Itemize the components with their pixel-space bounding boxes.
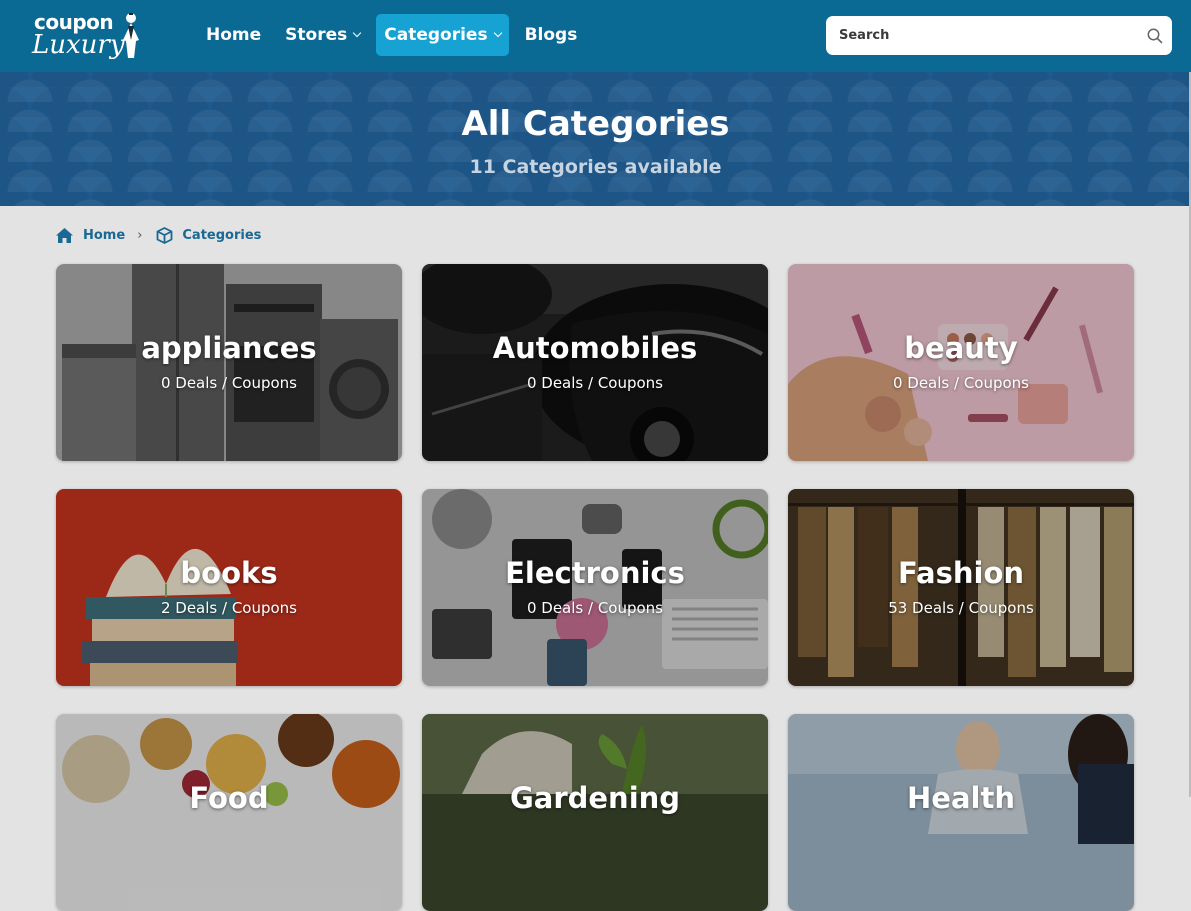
chevron-down-icon [353,28,362,38]
cube-icon [156,226,173,244]
category-count: 0 Deals / Coupons [160,374,298,392]
nav-home-label: Home [206,25,262,45]
category-title: Food [189,781,269,815]
search-box [826,16,1172,55]
category-card-health[interactable]: Health [788,714,1134,911]
breadcrumb-separator-icon: › [137,227,143,243]
category-count: 53 Deals / Coupons [888,599,1034,617]
page-subtitle: 11 Categories available [469,156,722,178]
logo-figure-icon [123,13,139,58]
category-count: 2 Deals / Coupons [160,599,298,617]
category-title: Gardening [509,781,681,815]
breadcrumb-current: Categories [156,226,262,244]
category-count: 0 Deals / Coupons [892,374,1030,392]
page-title: All Categories [461,104,730,144]
breadcrumb-home[interactable]: Home [55,227,125,244]
category-card-automobiles[interactable]: Automobiles 0 Deals / Coupons [422,264,768,461]
nav-categories-label: Categories [384,25,488,45]
category-card-appliances[interactable]: appliances 0 Deals / Coupons [56,264,402,461]
category-title: Health [907,781,1015,815]
category-title: books [180,556,278,590]
category-title: Fashion [897,556,1025,590]
category-title: beauty [904,331,1018,365]
category-count: 0 Deals / Coupons [526,374,664,392]
main-nav: Home Stores Categories Blogs [198,14,593,56]
category-title: Automobiles [492,331,698,365]
category-title: Electronics [505,556,685,590]
breadcrumb-current-label: Categories [182,227,262,243]
nav-blogs[interactable]: Blogs [517,14,586,56]
logo-text-bottom: Luxury [32,30,125,60]
search-icon[interactable] [1146,27,1164,45]
site-header: coupon Luxury Home Stores Categories Blo… [0,0,1191,72]
nav-stores-label: Stores [285,25,348,45]
search-input[interactable] [826,16,1139,55]
nav-categories[interactable]: Categories [376,14,509,56]
category-card-food[interactable]: Food [56,714,402,911]
category-card-beauty[interactable]: beauty 0 Deals / Coupons [788,264,1134,461]
nav-blogs-label: Blogs [524,25,578,45]
home-icon [56,227,73,243]
breadcrumb: Home › Categories [55,222,261,248]
chevron-down-icon [493,28,502,38]
category-card-books[interactable]: books 2 Deals / Coupons [56,489,402,686]
category-card-gardening[interactable]: Gardening [422,714,768,911]
category-title: appliances [141,331,317,365]
category-count: 0 Deals / Coupons [526,599,664,617]
site-logo[interactable]: coupon Luxury [30,8,150,64]
category-card-electronics[interactable]: Electronics 0 Deals / Coupons [422,489,768,686]
nav-stores[interactable]: Stores [277,14,368,56]
breadcrumb-home-label: Home [83,227,126,243]
category-card-fashion[interactable]: Fashion 53 Deals / Coupons [788,489,1134,686]
page-hero: All Categories 11 Categories available [0,72,1191,206]
nav-home[interactable]: Home [198,14,269,56]
